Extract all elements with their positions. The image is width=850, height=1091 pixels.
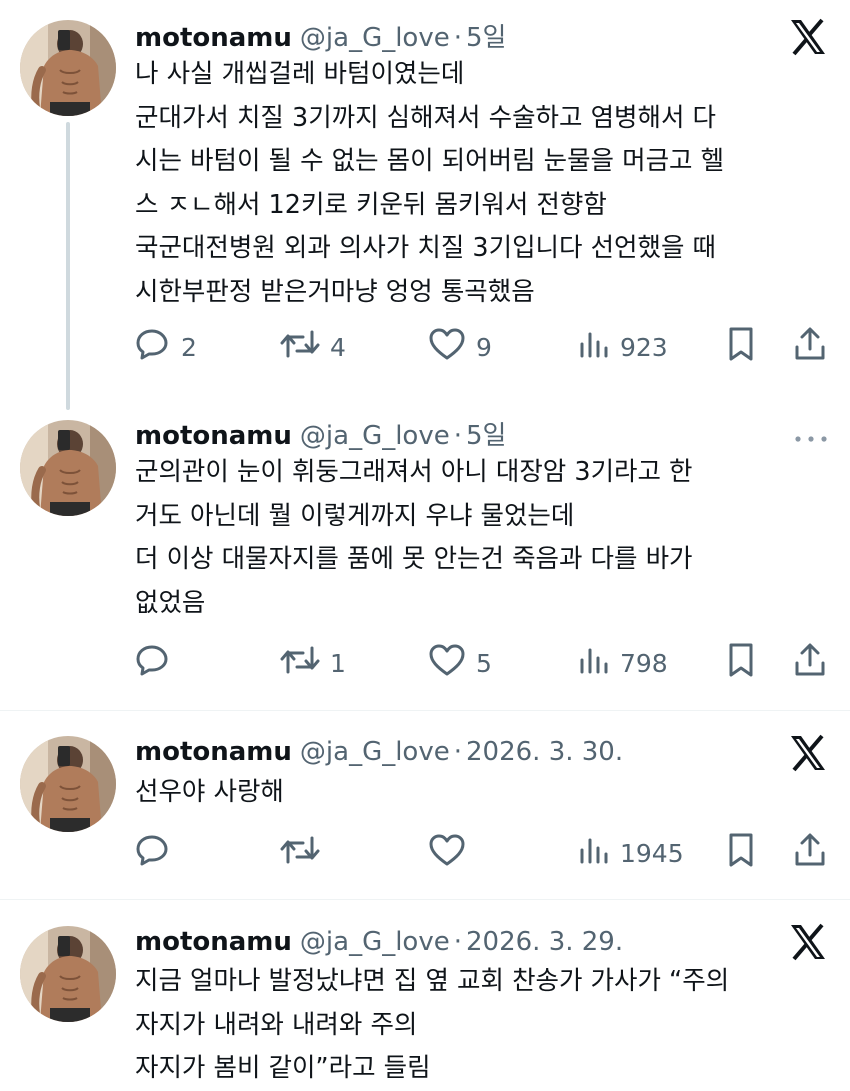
action-bar: 2 4 9 923 — [0, 327, 850, 367]
action-bar: 1945 — [0, 833, 850, 873]
tweet-date[interactable]: 2026. 3. 30. — [466, 737, 623, 767]
tweet-date[interactable]: 5일 — [466, 23, 506, 53]
reply-button[interactable]: 2 — [135, 327, 197, 367]
tweet-text-line: 시는 바텀이 될 수 없는 몸이 되어버림 눈물을 머금고 헬 — [135, 146, 725, 176]
separator-dot: · — [453, 737, 462, 767]
reply-count: 2 — [181, 332, 197, 362]
avatar[interactable] — [20, 926, 116, 1022]
tweet-divider — [0, 710, 850, 711]
bookmark-icon — [726, 642, 756, 684]
like-button[interactable] — [428, 833, 476, 873]
tweet-text: 선우야 사랑해 — [135, 771, 835, 815]
more-options-icon[interactable] — [793, 430, 829, 442]
share-button[interactable] — [793, 833, 827, 873]
reply-button[interactable] — [135, 643, 181, 683]
views-button[interactable]: 798 — [578, 643, 668, 683]
views-icon — [578, 644, 610, 682]
repost-icon — [280, 644, 320, 682]
tweet-text-line: 거도 아닌데 뭘 이렇게까지 우냐 물었는데 — [135, 500, 575, 531]
tweet-text-line: 국군대전병원 외과 의사가 치질 3기입니다 선언했을 때 — [135, 233, 716, 263]
like-count: 9 — [476, 332, 492, 362]
x-logo-icon — [788, 923, 828, 961]
user-handle[interactable]: @ja_G_love — [300, 737, 450, 767]
tweet-text-line: 자지가 내려와 내려와 주의 — [135, 1009, 418, 1040]
display-name[interactable]: motonamu — [135, 737, 292, 767]
like-count: 5 — [476, 648, 492, 678]
display-name[interactable]: motonamu — [135, 421, 292, 451]
separator-dot: · — [453, 421, 462, 451]
tweet-text-line: 없었음 — [135, 587, 206, 618]
repost-button[interactable]: 1 — [280, 643, 346, 683]
tweet-text: 군의관이 눈이 휘둥그래져서 아니 대장암 3기라고 한 거도 아닌데 뭘 이렇… — [135, 451, 835, 625]
repost-icon — [280, 328, 320, 366]
bookmark-button[interactable] — [726, 643, 756, 683]
tweet-header: motonamu @ja_G_love · 5일 — [135, 19, 506, 57]
reply-button[interactable] — [135, 833, 181, 873]
tweet-text-line: 시한부판정 받은거마냥 엉엉 통곡했음 — [135, 276, 535, 307]
repost-button[interactable]: 4 — [280, 327, 346, 367]
share-icon — [793, 832, 827, 874]
share-button[interactable] — [793, 643, 827, 683]
heart-icon — [428, 327, 466, 367]
view-count: 923 — [620, 332, 668, 362]
bookmark-icon — [726, 832, 756, 874]
bookmark-button[interactable] — [726, 833, 756, 873]
reply-icon — [135, 833, 171, 873]
share-button[interactable] — [793, 327, 827, 367]
tweet-date[interactable]: 5일 — [466, 421, 506, 451]
like-button[interactable]: 5 — [428, 643, 492, 683]
view-count: 798 — [620, 648, 668, 678]
views-button[interactable]: 1945 — [578, 833, 684, 873]
bookmark-icon — [726, 326, 756, 368]
repost-icon — [280, 834, 320, 872]
tweet-header: motonamu @ja_G_love · 5일 — [135, 417, 506, 455]
heart-icon — [428, 833, 466, 873]
share-icon — [793, 642, 827, 684]
tweet-text-line: 자지가 봄비 같이”라고 들림 — [135, 1053, 431, 1083]
views-icon — [578, 328, 610, 366]
display-name[interactable]: motonamu — [135, 927, 292, 957]
user-handle[interactable]: @ja_G_love — [300, 927, 450, 957]
user-handle[interactable]: @ja_G_love — [300, 421, 450, 451]
reply-icon — [135, 643, 171, 683]
repost-count: 4 — [330, 332, 346, 362]
tweet-text: 나 사실 개씹걸레 바텀이였는데 군대가서 치질 3기까지 심해져서 수술하고 … — [135, 53, 835, 314]
separator-dot: · — [453, 927, 462, 957]
views-icon — [578, 834, 610, 872]
view-count: 1945 — [620, 838, 684, 868]
tweet-text-line: 스 ㅈㄴ해서 12키로 키운뒤 몸키워서 전향함 — [135, 189, 607, 220]
action-bar: 1 5 798 — [0, 643, 850, 683]
avatar[interactable] — [20, 20, 116, 116]
tweet-text-line: 나 사실 개씹걸레 바텀이였는데 — [135, 59, 465, 89]
repost-button[interactable] — [280, 833, 330, 873]
display-name[interactable]: motonamu — [135, 23, 292, 53]
separator-dot: · — [453, 23, 462, 53]
tweet-text-line: 선우야 사랑해 — [135, 777, 284, 807]
tweet-text-line: 지금 얼마나 발정났냐면 집 옆 교회 찬송가 가사가 “주의 — [135, 966, 730, 996]
tweet-text-line: 군의관이 눈이 휘둥그래져서 아니 대장암 3기라고 한 — [135, 457, 693, 487]
tweet-text: 지금 얼마나 발정났냐면 집 옆 교회 찬송가 가사가 “주의 자지가 내려와 … — [135, 960, 835, 1091]
tweet-header: motonamu @ja_G_love · 2026. 3. 30. — [135, 733, 623, 771]
reply-icon — [135, 327, 171, 367]
avatar[interactable] — [20, 420, 116, 516]
heart-icon — [428, 643, 466, 683]
share-icon — [793, 326, 827, 368]
x-logo-icon — [788, 18, 828, 56]
like-button[interactable]: 9 — [428, 327, 492, 367]
tweet-date[interactable]: 2026. 3. 29. — [466, 927, 623, 957]
x-logo-icon — [788, 734, 828, 772]
views-button[interactable]: 923 — [578, 327, 668, 367]
avatar[interactable] — [20, 736, 116, 832]
repost-count: 1 — [330, 648, 346, 678]
tweet-text-line: 더 이상 대물자지를 품에 못 안는건 죽음과 다를 바가 — [135, 544, 693, 574]
tweet-text-line: 군대가서 치질 3기까지 심해져서 수술하고 염병해서 다 — [135, 102, 716, 133]
user-handle[interactable]: @ja_G_love — [300, 23, 450, 53]
tweet-divider — [0, 899, 850, 900]
bookmark-button[interactable] — [726, 327, 756, 367]
tweet-header: motonamu @ja_G_love · 2026. 3. 29. — [135, 923, 623, 961]
